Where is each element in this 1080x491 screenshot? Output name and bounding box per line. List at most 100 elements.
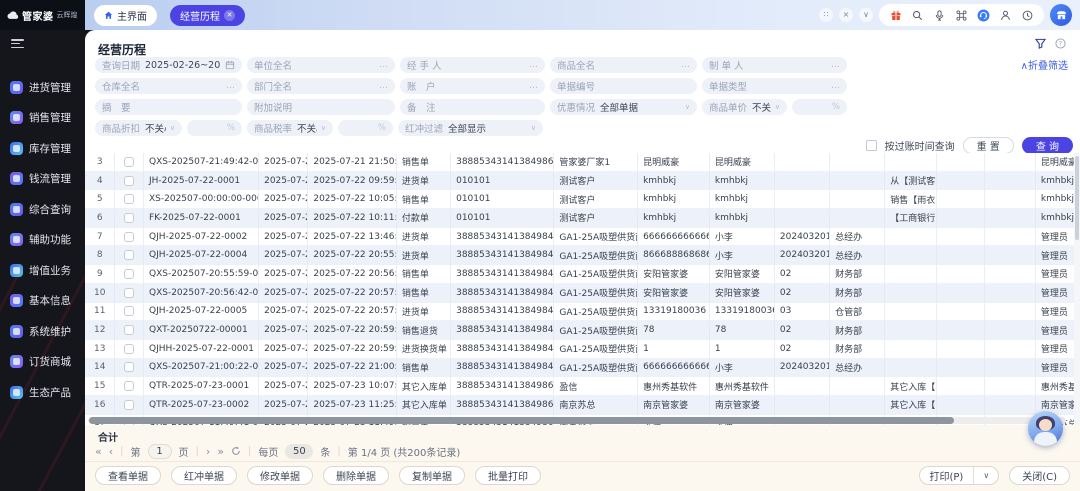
record-action-button-2[interactable]: 修改单据	[247, 466, 313, 485]
row-checkbox[interactable]	[124, 232, 134, 242]
horizontal-scrollbar[interactable]	[88, 417, 1066, 424]
sidebar-item-maintenance[interactable]: 系统维护	[0, 316, 85, 347]
filter-field-单位全名[interactable]: 单位全名…	[247, 57, 395, 73]
current-page-input[interactable]: 1	[148, 444, 172, 459]
ellipsis-icon[interactable]: …	[222, 81, 235, 91]
tab-home[interactable]: 主界面	[94, 5, 157, 26]
collapse-window-icon[interactable]: ∨	[859, 8, 873, 22]
sidebar-item-cashflow[interactable]: 钱流管理	[0, 164, 85, 195]
record-action-button-5[interactable]: 批量打印	[475, 466, 541, 485]
calendar-icon[interactable]	[221, 60, 235, 70]
sidebar-item-inventory[interactable]: 库存管理	[0, 133, 85, 164]
filter-field-优惠情况[interactable]: 优惠情况全部单据∨	[550, 99, 697, 115]
percent-input[interactable]: %	[792, 99, 847, 115]
query-button[interactable]: 查 询	[1022, 137, 1073, 154]
vertical-scrollbar[interactable]	[1074, 153, 1080, 425]
filter-field-账 户[interactable]: 账 户…	[400, 78, 545, 94]
percent-input[interactable]: %	[187, 120, 242, 136]
filter-field-附加说明[interactable]: 附加说明	[247, 99, 395, 115]
per-page-input[interactable]: 50	[285, 444, 313, 459]
post-time-checkbox[interactable]	[866, 140, 877, 151]
filter-field-经 手 人[interactable]: 经 手 人…	[400, 57, 545, 73]
filter-field-摘 要[interactable]: 摘 要	[95, 99, 242, 115]
filter-field-备 注[interactable]: 备 注	[400, 99, 545, 115]
table-row[interactable]: 15QTR-2025-07-23-00012025-07-232025-07-2…	[85, 377, 1074, 396]
reset-button[interactable]: 重 置	[963, 137, 1014, 154]
row-checkbox[interactable]	[124, 344, 134, 354]
ellipsis-icon[interactable]: …	[525, 81, 538, 91]
row-checkbox[interactable]	[124, 157, 134, 167]
first-page-button[interactable]: «	[95, 446, 102, 457]
search-icon[interactable]	[911, 9, 924, 22]
filter-field-商品全名[interactable]: 商品全名…	[550, 57, 697, 73]
ellipsis-icon[interactable]: …	[677, 60, 690, 70]
row-checkbox[interactable]	[124, 213, 134, 223]
vertical-scrollbar-thumb[interactable]	[1075, 156, 1079, 240]
ellipsis-icon[interactable]: …	[525, 60, 538, 70]
table-row[interactable]: 6FK-2025-07-22-00012025-07-222025-07-22 …	[85, 209, 1074, 228]
record-action-button-4[interactable]: 复制单据	[399, 466, 465, 485]
menu-toggle-icon[interactable]	[11, 39, 24, 48]
filter-field-单据类型[interactable]: 单据类型…	[702, 78, 847, 94]
ellipsis-icon[interactable]: …	[827, 81, 840, 91]
print-button[interactable]: 打印(P)	[920, 467, 974, 484]
sidebar-item-sales[interactable]: 销售管理	[0, 103, 85, 134]
row-checkbox[interactable]	[124, 176, 134, 186]
ellipsis-icon[interactable]: …	[375, 60, 388, 70]
filter-field-制 单 人[interactable]: 制 单 人…	[702, 57, 847, 73]
last-page-button[interactable]: »	[217, 446, 224, 457]
assistant-avatar[interactable]	[1028, 411, 1063, 446]
close-button[interactable]: 关闭(C)	[1009, 466, 1070, 485]
row-checkbox[interactable]	[124, 194, 134, 204]
sidebar-item-assist[interactable]: 辅助功能	[0, 225, 85, 256]
sidebar-item-basic-info[interactable]: 基本信息	[0, 286, 85, 317]
percent-input[interactable]: %	[338, 120, 393, 136]
table-row[interactable]: 7QJH-2025-07-22-00022025-07-222025-07-22…	[85, 228, 1074, 247]
table-row[interactable]: 13QJHH-2025-07-22-00012025-07-222025-07-…	[85, 340, 1074, 359]
filter-field-商品单价[interactable]: 商品单价不关心∨	[702, 99, 787, 115]
collapse-filter-link[interactable]: ∧折叠筛选	[1021, 57, 1068, 72]
table-row[interactable]: 14QXS-202507-21:00:22-000032025-07-22202…	[85, 359, 1074, 378]
close-window-icon[interactable]: ×	[839, 8, 853, 22]
table-row[interactable]: 8QJH-2025-07-22-00042025-07-222025-07-22…	[85, 246, 1074, 265]
record-action-button-3[interactable]: 删除单据	[323, 466, 389, 485]
sidebar-item-eco-products[interactable]: 生态产品	[0, 377, 85, 408]
next-page-button[interactable]: ›	[206, 446, 210, 457]
row-checkbox[interactable]	[124, 250, 134, 260]
sidebar-item-order-mall[interactable]: 订货商城	[0, 347, 85, 378]
sidebar-item-value-added[interactable]: 增值业务	[0, 255, 85, 286]
gift-icon[interactable]	[889, 9, 902, 22]
table-row[interactable]: 3QXS-202507-21:49:42-000012025-07-212025…	[85, 153, 1074, 172]
voice-icon[interactable]	[933, 9, 946, 22]
table-row[interactable]: 5XS-202507-00:00:00-000012025-07-222025-…	[85, 190, 1074, 209]
sidebar-item-query[interactable]: 综合查询	[0, 194, 85, 225]
record-action-button-0[interactable]: 查看单据	[95, 466, 161, 485]
sidebar-item-purchase[interactable]: 进货管理	[0, 72, 85, 103]
ellipsis-icon[interactable]: …	[827, 60, 840, 70]
filter-field-查询日期[interactable]: 查询日期2025-02-26~2025-08-2	[95, 57, 242, 73]
row-checkbox[interactable]	[124, 362, 134, 372]
ellipsis-icon[interactable]: …	[375, 81, 388, 91]
print-dropdown-arrow[interactable]: ∨	[973, 467, 998, 484]
tab-business-process[interactable]: 经营历程✕	[170, 5, 245, 26]
row-checkbox[interactable]	[124, 400, 134, 410]
refresh-icon[interactable]	[231, 446, 241, 456]
row-checkbox[interactable]	[124, 381, 134, 391]
filter-field-商品折扣[interactable]: 商品折扣不关心∨	[95, 120, 182, 136]
filter-field-单据编号[interactable]: 单据编号	[550, 78, 697, 94]
filter-field-部门全名[interactable]: 部门全名…	[247, 78, 395, 94]
table-row[interactable]: 4JH-2025-07-22-00012025-07-222025-07-22 …	[85, 172, 1074, 191]
table-row[interactable]: 11QJH-2025-07-22-00052025-07-222025-07-2…	[85, 303, 1074, 322]
filter-field-红冲过滤[interactable]: 红冲过滤全部显示∨	[398, 120, 543, 136]
table-row[interactable]: 12QXT-20250722-000012025-07-222025-07-22…	[85, 321, 1074, 340]
row-checkbox[interactable]	[124, 306, 134, 316]
table-row[interactable]: 9QXS-202507-20:55:59-000022025-07-222025…	[85, 265, 1074, 284]
service-icon[interactable]	[977, 9, 990, 22]
history-icon[interactable]	[1021, 9, 1034, 22]
table-row[interactable]: 16QTR-2025-07-23-00022025-07-232025-07-2…	[85, 396, 1074, 415]
member-icon[interactable]	[999, 9, 1012, 22]
table-row[interactable]: 10QXS-202507-20:56:42-000022025-07-22202…	[85, 284, 1074, 303]
row-checkbox[interactable]	[124, 269, 134, 279]
horizontal-scrollbar-thumb[interactable]	[89, 417, 954, 424]
prev-page-button[interactable]: ‹	[109, 446, 113, 457]
